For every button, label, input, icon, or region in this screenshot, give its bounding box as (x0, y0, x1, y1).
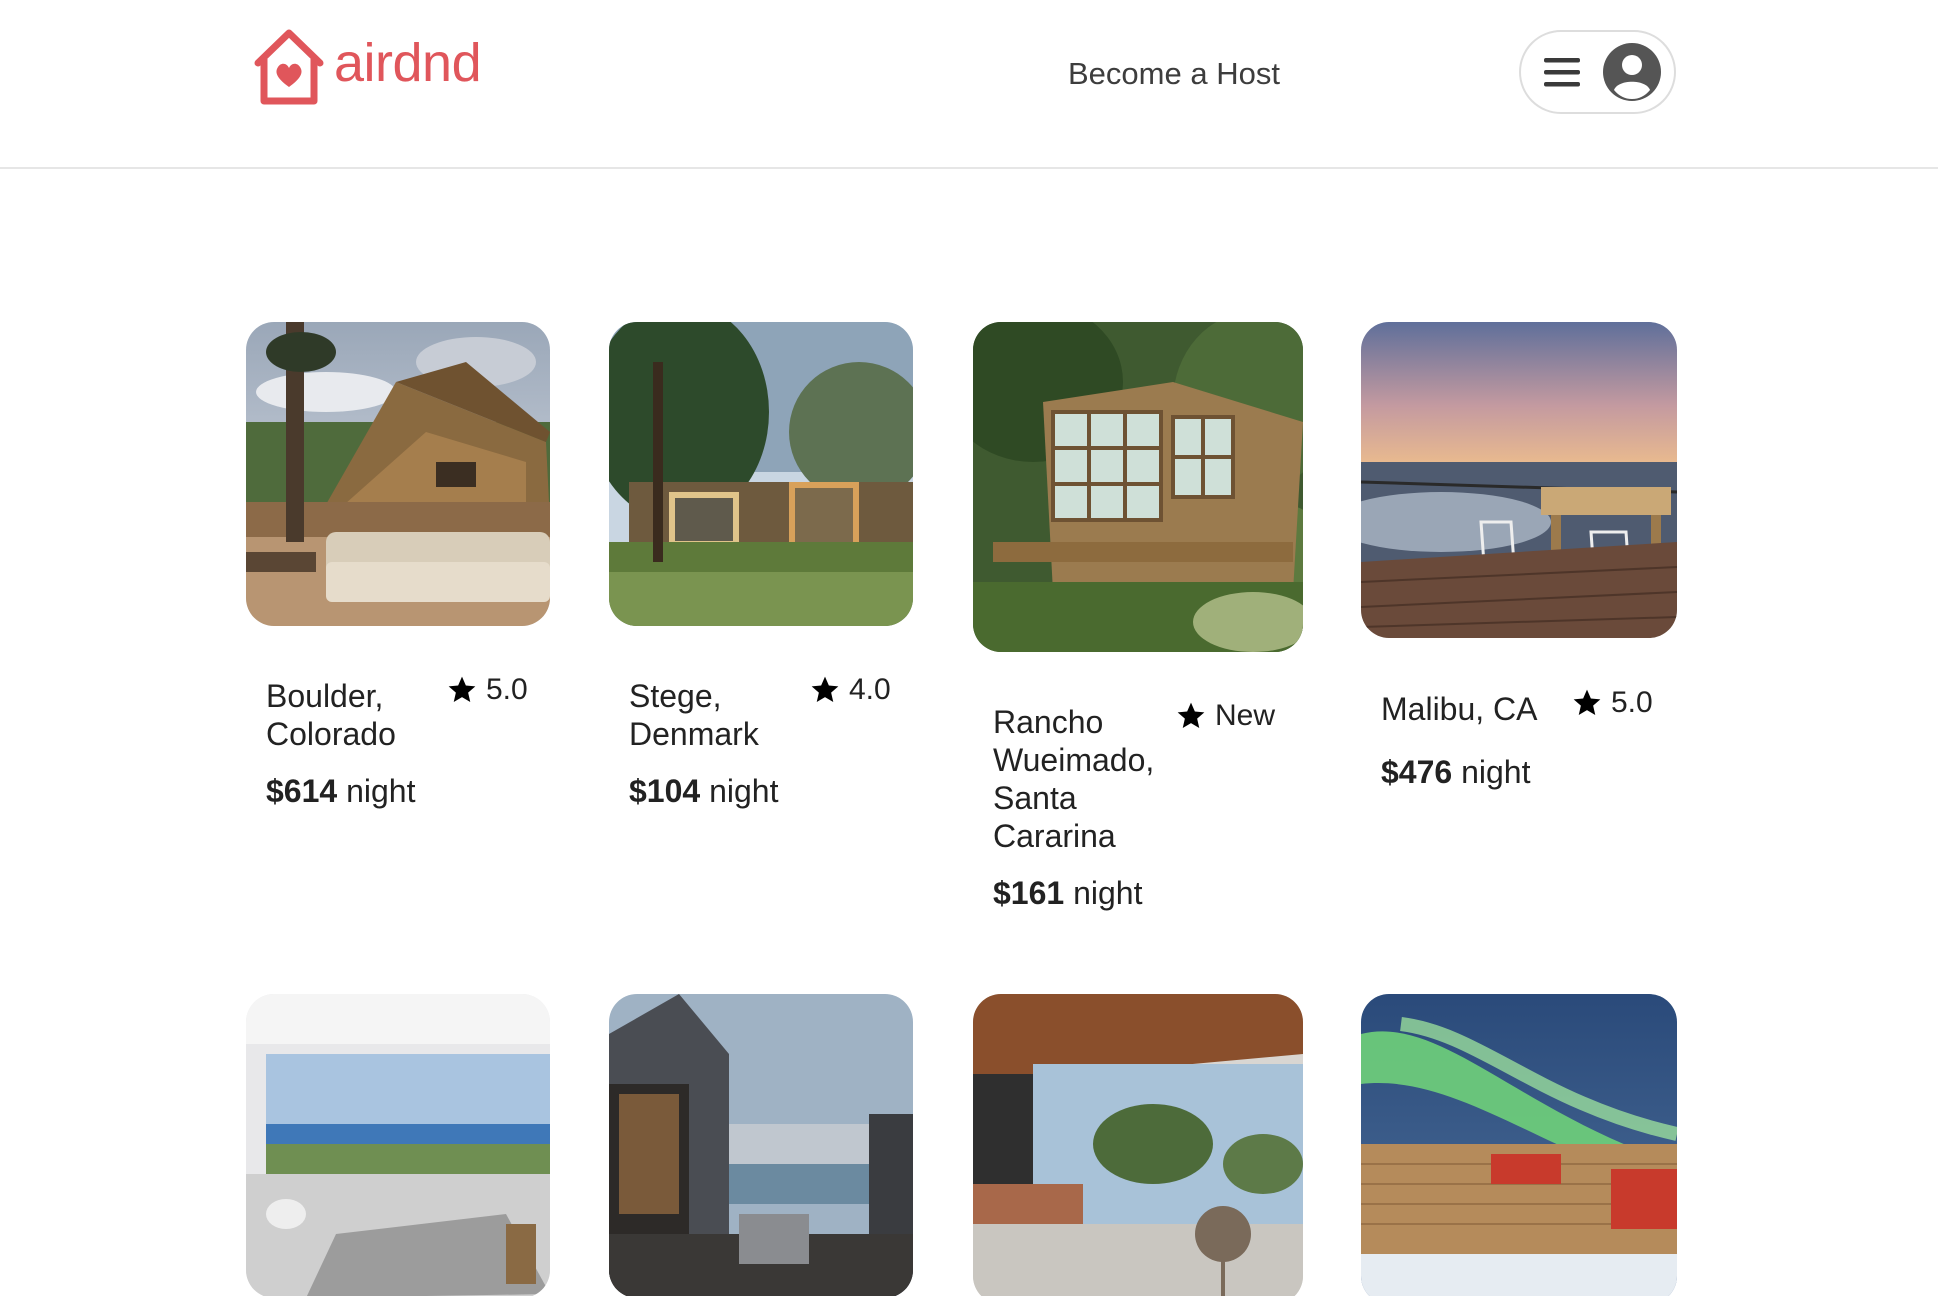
brand-name: airdnd (334, 33, 482, 93)
listing-photo-ocean-deck-sunset[interactable] (1361, 322, 1677, 638)
listing-photo-glass-treehouse[interactable] (973, 322, 1303, 652)
listing-location: Rancho Wueimado, Santa Cararina (993, 704, 1155, 854)
become-host-link[interactable]: Become a Host (1068, 56, 1280, 92)
price-unit: night (1461, 754, 1531, 790)
listing-location: Malibu, CA (1381, 691, 1538, 727)
house-heart-icon (254, 29, 324, 105)
listing-price: $476 night (1381, 754, 1530, 791)
listing-photo-bedroom-wood-ceiling-view[interactable] (973, 994, 1303, 1296)
star-icon (1573, 689, 1601, 715)
hamburger-icon (1544, 58, 1580, 87)
brand-logo[interactable]: airdnd (250, 27, 482, 107)
listing-rating: 4.0 (809, 673, 891, 707)
price-unit: night (346, 773, 416, 809)
listing-rating: 5.0 (1571, 686, 1653, 720)
price-amount: $104 (629, 773, 701, 809)
rating-value: 5.0 (1611, 686, 1653, 719)
listing-location: Stege, Denmark (629, 678, 759, 752)
star-icon (1177, 702, 1205, 728)
star-icon (811, 676, 839, 702)
listing-photo-modern-living-room-ocean-view[interactable] (246, 994, 550, 1296)
user-menu-button[interactable] (1519, 30, 1676, 114)
listing-price: $104 night (629, 773, 778, 810)
listing-rating: New (1175, 699, 1275, 733)
listing-rating: 5.0 (446, 673, 528, 707)
listing-location: Boulder, Colorado (266, 678, 396, 752)
price-amount: $476 (1381, 754, 1453, 790)
listing-photo-grey-modern-house-patio[interactable] (609, 994, 913, 1296)
top-navbar: airdnd Become a Host (0, 0, 1938, 169)
star-icon (448, 676, 476, 702)
price-unit: night (709, 773, 779, 809)
rating-value: 4.0 (849, 673, 891, 706)
price-unit: night (1073, 875, 1143, 911)
listing-photo-wooden-house-forest[interactable] (609, 322, 913, 626)
listing-photo-cabin-northern-lights[interactable] (1361, 994, 1677, 1296)
user-avatar-icon (1603, 43, 1661, 101)
price-amount: $161 (993, 875, 1065, 911)
listing-photo-mountain-cabin-deck[interactable] (246, 322, 550, 626)
rating-value: 5.0 (486, 673, 528, 706)
listing-price: $161 night (993, 875, 1142, 912)
listing-price: $614 night (266, 773, 415, 810)
rating-value: New (1215, 699, 1276, 732)
price-amount: $614 (266, 773, 338, 809)
